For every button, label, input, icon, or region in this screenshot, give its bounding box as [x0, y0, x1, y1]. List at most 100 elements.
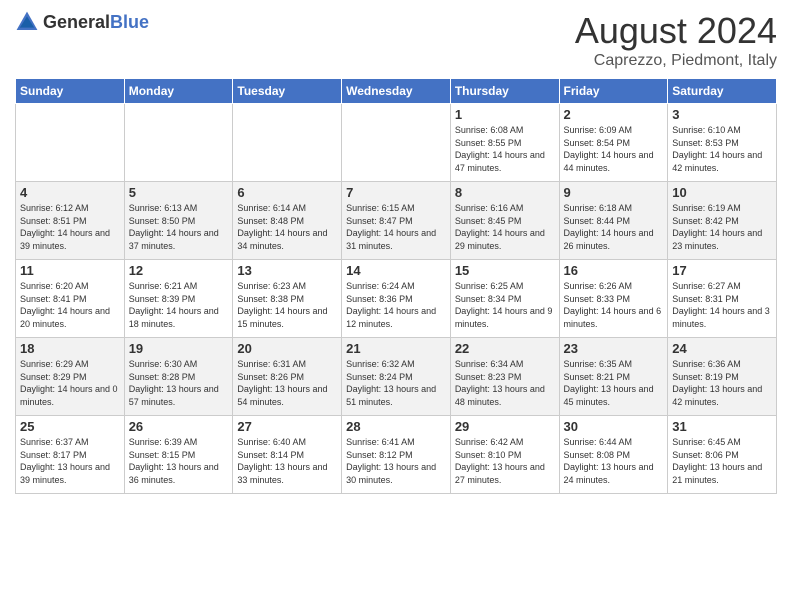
col-friday: Friday — [559, 79, 668, 104]
day-number: 3 — [672, 107, 772, 122]
day-info: Sunrise: 6:21 AM Sunset: 8:39 PM Dayligh… — [129, 280, 229, 330]
day-info: Sunrise: 6:41 AM Sunset: 8:12 PM Dayligh… — [346, 436, 446, 486]
calendar-cell-3-1: 19Sunrise: 6:30 AM Sunset: 8:28 PM Dayli… — [124, 338, 233, 416]
day-info: Sunrise: 6:40 AM Sunset: 8:14 PM Dayligh… — [237, 436, 337, 486]
header: GeneralBlue August 2024 Caprezzo, Piedmo… — [15, 10, 777, 70]
day-number: 13 — [237, 263, 337, 278]
day-number: 28 — [346, 419, 446, 434]
day-number: 6 — [237, 185, 337, 200]
calendar-cell-2-4: 15 Sunrise: 6:25 AM Sunset: 8:34 PM Dayli… — [450, 260, 559, 338]
day-number: 31 — [672, 419, 772, 434]
week-row-5: 25 Sunrise: 6:37 AM Sunset: 8:17 PM Dayli… — [16, 416, 777, 494]
calendar-cell-2-1: 12 Sunrise: 6:21 AM Sunset: 8:39 PM Dayli… — [124, 260, 233, 338]
calendar-cell-1-0: 4Sunrise: 6:12 AM Sunset: 8:51 PM Daylig… — [16, 182, 125, 260]
day-number: 19 — [129, 341, 229, 356]
calendar-cell-0-6: 3Sunrise: 6:10 AM Sunset: 8:53 PM Daylig… — [668, 104, 777, 182]
day-info: Sunrise: 6:15 AM Sunset: 8:47 PM Dayligh… — [346, 202, 446, 252]
day-number: 9 — [564, 185, 664, 200]
week-row-4: 18 Sunrise: 6:29 AM Sunset: 8:29 PM Dayli… — [16, 338, 777, 416]
calendar-cell-3-0: 18 Sunrise: 6:29 AM Sunset: 8:29 PM Dayli… — [16, 338, 125, 416]
day-info: Sunrise: 6:24 AM Sunset: 8:36 PM Dayligh… — [346, 280, 446, 330]
day-info: Sunrise: 6:09 AM Sunset: 8:54 PM Dayligh… — [564, 124, 664, 174]
day-number: 20 — [237, 341, 337, 356]
day-info: Sunrise: 6:16 AM Sunset: 8:45 PM Dayligh… — [455, 202, 555, 252]
calendar-cell-3-3: 21Sunrise: 6:32 AM Sunset: 8:24 PM Dayli… — [342, 338, 451, 416]
calendar-cell-3-5: 23Sunrise: 6:35 AM Sunset: 8:21 PM Dayli… — [559, 338, 668, 416]
location-title: Caprezzo, Piedmont, Italy — [575, 52, 777, 70]
day-info: Sunrise: 6:25 AM Sunset: 8:34 PM Dayligh… — [455, 280, 555, 330]
logo-blue: Blue — [110, 12, 149, 32]
day-info: Sunrise: 6:35 AM Sunset: 8:21 PM Dayligh… — [564, 358, 664, 408]
month-title: August 2024 — [575, 10, 777, 52]
calendar-cell-4-0: 25 Sunrise: 6:37 AM Sunset: 8:17 PM Dayli… — [16, 416, 125, 494]
day-number: 2 — [564, 107, 664, 122]
day-info: Sunrise: 6:08 AM Sunset: 8:55 PM Dayligh… — [455, 124, 555, 174]
col-thursday: Thursday — [450, 79, 559, 104]
day-info: Sunrise: 6:34 AM Sunset: 8:23 PM Dayligh… — [455, 358, 555, 408]
page-container: GeneralBlue August 2024 Caprezzo, Piedmo… — [0, 0, 792, 504]
calendar-cell-2-0: 11 Sunrise: 6:20 AM Sunset: 8:41 PM Dayli… — [16, 260, 125, 338]
day-info: Sunrise: 6:37 AM Sunset: 8:17 PM Dayligh… — [20, 436, 120, 486]
logo-text: GeneralBlue — [43, 12, 149, 33]
day-info: Sunrise: 6:27 AM Sunset: 8:31 PM Dayligh… — [672, 280, 772, 330]
calendar-cell-1-1: 5 Sunrise: 6:13 AM Sunset: 8:50 PM Daylig… — [124, 182, 233, 260]
day-number: 12 — [129, 263, 229, 278]
day-info: Sunrise: 6:29 AM Sunset: 8:29 PM Dayligh… — [20, 358, 120, 408]
day-number: 10 — [672, 185, 772, 200]
day-number: 29 — [455, 419, 555, 434]
calendar-cell-1-4: 8 Sunrise: 6:16 AM Sunset: 8:45 PM Daylig… — [450, 182, 559, 260]
day-number: 16 — [564, 263, 664, 278]
day-number: 25 — [20, 419, 120, 434]
day-info: Sunrise: 6:36 AM Sunset: 8:19 PM Dayligh… — [672, 358, 772, 408]
calendar-cell-1-2: 6 Sunrise: 6:14 AM Sunset: 8:48 PM Daylig… — [233, 182, 342, 260]
day-info: Sunrise: 6:26 AM Sunset: 8:33 PM Dayligh… — [564, 280, 664, 330]
day-info: Sunrise: 6:45 AM Sunset: 8:06 PM Dayligh… — [672, 436, 772, 486]
calendar-cell-2-5: 16 Sunrise: 6:26 AM Sunset: 8:33 PM Dayli… — [559, 260, 668, 338]
day-info: Sunrise: 6:13 AM Sunset: 8:50 PM Dayligh… — [129, 202, 229, 252]
calendar-cell-4-2: 27Sunrise: 6:40 AM Sunset: 8:14 PM Dayli… — [233, 416, 342, 494]
day-info: Sunrise: 6:12 AM Sunset: 8:51 PM Dayligh… — [20, 202, 120, 252]
day-info: Sunrise: 6:42 AM Sunset: 8:10 PM Dayligh… — [455, 436, 555, 486]
day-number: 7 — [346, 185, 446, 200]
day-number: 1 — [455, 107, 555, 122]
day-number: 15 — [455, 263, 555, 278]
day-number: 17 — [672, 263, 772, 278]
day-number: 8 — [455, 185, 555, 200]
calendar-cell-3-4: 22 Sunrise: 6:34 AM Sunset: 8:23 PM Dayli… — [450, 338, 559, 416]
day-info: Sunrise: 6:31 AM Sunset: 8:26 PM Dayligh… — [237, 358, 337, 408]
calendar-cell-0-0 — [16, 104, 125, 182]
day-info: Sunrise: 6:14 AM Sunset: 8:48 PM Dayligh… — [237, 202, 337, 252]
calendar-cell-4-5: 30 Sunrise: 6:44 AM Sunset: 8:08 PM Dayli… — [559, 416, 668, 494]
day-info: Sunrise: 6:18 AM Sunset: 8:44 PM Dayligh… — [564, 202, 664, 252]
calendar-cell-0-1 — [124, 104, 233, 182]
day-number: 30 — [564, 419, 664, 434]
day-number: 22 — [455, 341, 555, 356]
logo-general: General — [43, 12, 110, 32]
day-info: Sunrise: 6:23 AM Sunset: 8:38 PM Dayligh… — [237, 280, 337, 330]
calendar-cell-4-3: 28 Sunrise: 6:41 AM Sunset: 8:12 PM Dayli… — [342, 416, 451, 494]
day-number: 18 — [20, 341, 120, 356]
day-info: Sunrise: 6:44 AM Sunset: 8:08 PM Dayligh… — [564, 436, 664, 486]
calendar-cell-2-6: 17 Sunrise: 6:27 AM Sunset: 8:31 PM Dayli… — [668, 260, 777, 338]
col-saturday: Saturday — [668, 79, 777, 104]
week-row-1: 1 Sunrise: 6:08 AM Sunset: 8:55 PM Daylig… — [16, 104, 777, 182]
day-info: Sunrise: 6:20 AM Sunset: 8:41 PM Dayligh… — [20, 280, 120, 330]
day-info: Sunrise: 6:32 AM Sunset: 8:24 PM Dayligh… — [346, 358, 446, 408]
day-number: 26 — [129, 419, 229, 434]
logo-icon — [15, 10, 39, 34]
day-number: 11 — [20, 263, 120, 278]
col-tuesday: Tuesday — [233, 79, 342, 104]
day-info: Sunrise: 6:19 AM Sunset: 8:42 PM Dayligh… — [672, 202, 772, 252]
col-sunday: Sunday — [16, 79, 125, 104]
day-info: Sunrise: 6:39 AM Sunset: 8:15 PM Dayligh… — [129, 436, 229, 486]
calendar-cell-2-3: 14 Sunrise: 6:24 AM Sunset: 8:36 PM Dayli… — [342, 260, 451, 338]
calendar-cell-0-2 — [233, 104, 342, 182]
logo: GeneralBlue — [15, 10, 149, 34]
calendar-cell-4-1: 26 Sunrise: 6:39 AM Sunset: 8:15 PM Dayli… — [124, 416, 233, 494]
week-row-2: 4Sunrise: 6:12 AM Sunset: 8:51 PM Daylig… — [16, 182, 777, 260]
calendar-cell-3-2: 20 Sunrise: 6:31 AM Sunset: 8:26 PM Dayli… — [233, 338, 342, 416]
calendar-cell-1-3: 7 Sunrise: 6:15 AM Sunset: 8:47 PM Daylig… — [342, 182, 451, 260]
day-number: 5 — [129, 185, 229, 200]
day-number: 14 — [346, 263, 446, 278]
calendar-cell-4-4: 29 Sunrise: 6:42 AM Sunset: 8:10 PM Dayli… — [450, 416, 559, 494]
